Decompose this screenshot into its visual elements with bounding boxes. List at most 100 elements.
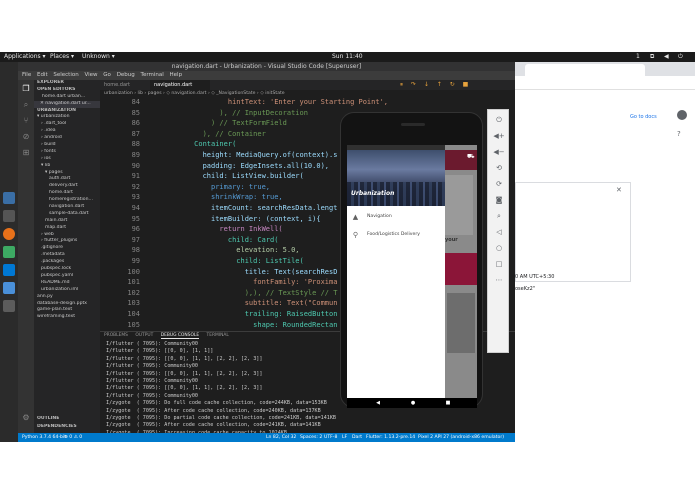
tab-debug-console[interactable]: DEBUG CONSOLE xyxy=(160,333,200,339)
tree-item[interactable]: ann.py xyxy=(34,294,100,301)
menu-terminal[interactable]: Terminal xyxy=(141,72,164,78)
network-icon[interactable]: ⧉ xyxy=(650,52,654,62)
tree-item[interactable]: database-design.pptx xyxy=(34,301,100,308)
tree-item[interactable]: navigation.dart xyxy=(34,204,100,211)
tree-item[interactable]: pubspec.lock xyxy=(34,266,100,273)
tree-item[interactable]: .metadata xyxy=(34,252,100,259)
tree-item[interactable]: › .idea xyxy=(34,128,100,135)
volume-icon[interactable]: ◀ xyxy=(664,52,669,62)
tree-item[interactable]: wireframing.text xyxy=(34,314,100,321)
drawer-item-navigation[interactable]: ▲ Navigation xyxy=(347,209,445,227)
tree-item[interactable]: › ios xyxy=(34,156,100,163)
tab-terminal[interactable]: TERMINAL xyxy=(207,333,229,338)
tree-item[interactable]: › flutter_plugins xyxy=(34,238,100,245)
problems-count[interactable]: ⊗ 0 ⚠ 0 xyxy=(64,433,82,442)
indentation[interactable]: Spaces: 2 xyxy=(300,433,322,442)
search-icon[interactable]: ⌕ xyxy=(21,100,31,110)
open-editor-item[interactable]: ✕ navigation.dart ur... xyxy=(34,100,100,108)
outline-header[interactable]: OUTLINE xyxy=(34,416,59,423)
menu-file[interactable]: File xyxy=(22,72,31,78)
tree-item[interactable]: delivery.dart xyxy=(34,183,100,190)
flutter-version[interactable]: Flutter: 1.13.2-pre.14 xyxy=(366,433,415,442)
tree-item[interactable]: ▾ lib xyxy=(34,163,100,170)
places-menu[interactable]: Places ▾ xyxy=(50,52,74,62)
applications-menu[interactable]: Applications ▾ xyxy=(4,52,46,62)
debug-icon[interactable]: ⊘ xyxy=(21,132,31,142)
drawer-item-delivery[interactable]: ⚲ Food/Logistics Delivery xyxy=(347,227,445,245)
files-icon[interactable]: ❐ xyxy=(21,84,31,94)
extensions-icon[interactable]: ⊞ xyxy=(21,148,31,158)
files-icon[interactable] xyxy=(3,192,15,204)
power-icon[interactable]: ⏻ xyxy=(493,114,505,126)
apps-grid-icon[interactable] xyxy=(3,300,15,312)
tree-item[interactable]: homeregistration... xyxy=(34,197,100,204)
home-icon[interactable]: ● xyxy=(410,400,416,406)
tree-item[interactable]: › .dart_tool xyxy=(34,121,100,128)
tree-item[interactable]: map.dart xyxy=(34,225,100,232)
project-header[interactable]: URBANIZATION xyxy=(34,108,100,115)
power-icon[interactable]: ⏻ xyxy=(678,52,683,62)
close-icon[interactable]: ✕ xyxy=(616,186,622,194)
tree-item[interactable]: auth.dart xyxy=(34,176,100,183)
tab-problems[interactable]: PROBLEMS xyxy=(104,333,128,338)
tab-output[interactable]: OUTPUT xyxy=(135,333,153,338)
vscode-icon[interactable] xyxy=(3,264,15,276)
menu-selection[interactable]: Selection xyxy=(53,72,78,78)
tree-item[interactable]: › fonts xyxy=(34,149,100,156)
scrim-app-content[interactable]: ⛟ your xyxy=(445,145,477,398)
help-icon[interactable]: ? xyxy=(677,130,681,138)
rotate-right-icon[interactable]: ⟳ xyxy=(493,178,505,190)
tab-home-dart[interactable]: home.dart xyxy=(100,80,150,90)
back-icon[interactable]: ◁ xyxy=(493,226,505,238)
tab-navigation-dart[interactable]: navigation.dart xyxy=(150,80,210,90)
tree-item[interactable]: game-plan.text xyxy=(34,307,100,314)
tree-item[interactable]: › build xyxy=(34,142,100,149)
emulator-screen[interactable]: Urbanization ▲ Navigation ⚲ Food/Logisti… xyxy=(347,145,445,398)
clock[interactable]: Sun 11:40 xyxy=(332,52,363,62)
tree-item[interactable]: main.dart xyxy=(34,218,100,225)
tree-item[interactable]: ▾ pages xyxy=(34,170,100,177)
language-mode[interactable]: Dart xyxy=(352,433,362,442)
chromium-icon[interactable] xyxy=(3,282,15,294)
home-icon[interactable]: ○ xyxy=(493,242,505,254)
terminal-icon[interactable] xyxy=(3,210,15,222)
menu-go[interactable]: Go xyxy=(103,72,111,78)
avatar[interactable] xyxy=(677,110,687,120)
tree-item[interactable]: .gitignore xyxy=(34,245,100,252)
device-selector[interactable]: Pixel 2 API 27 (android-x86 emulator) xyxy=(418,433,504,442)
open-editor-item[interactable]: home.dart urban... xyxy=(34,94,100,101)
open-editors-header[interactable]: OPEN EDITORS xyxy=(34,87,100,94)
android-studio-icon[interactable] xyxy=(3,246,15,258)
tree-item[interactable]: › android xyxy=(34,135,100,142)
go-to-docs-link[interactable]: Go to docs xyxy=(630,114,657,120)
camera-icon[interactable]: ◙ xyxy=(493,194,505,206)
overview-icon[interactable]: □ xyxy=(493,258,505,270)
tree-item[interactable]: ▾ urbanization xyxy=(34,114,100,121)
menu-debug[interactable]: Debug xyxy=(117,72,135,78)
recents-icon[interactable]: ■ xyxy=(445,400,451,406)
tree-item[interactable]: urbanization.iml xyxy=(34,287,100,294)
tree-item[interactable]: pubspec.yaml xyxy=(34,273,100,280)
menu-edit[interactable]: Edit xyxy=(37,72,48,78)
settings-icon[interactable]: ⚙ xyxy=(21,413,31,423)
tree-item[interactable]: home.dart xyxy=(34,190,100,197)
encoding[interactable]: UTF-8 xyxy=(324,433,337,442)
menu-help[interactable]: Help xyxy=(170,72,183,78)
volume-down-icon[interactable]: ◀− xyxy=(493,146,505,158)
rotate-left-icon[interactable]: ⟲ xyxy=(493,162,505,174)
tree-item[interactable]: sample-data.dart xyxy=(34,211,100,218)
volume-up-icon[interactable]: ◀+ xyxy=(493,130,505,142)
firefox-icon[interactable] xyxy=(3,228,15,240)
source-control-icon[interactable]: ⑂ xyxy=(21,116,31,126)
browser-tab[interactable] xyxy=(525,64,645,76)
python-version[interactable]: Python 3.7.4 64-bit xyxy=(22,433,66,442)
debug-toolbar[interactable]: ⏸ ↷ ↓ ↑ ↻ ■ xyxy=(400,81,471,89)
keyboard-indicator[interactable]: 1 xyxy=(636,52,640,62)
tree-item[interactable]: › web xyxy=(34,232,100,239)
cursor-position[interactable]: Ln 82, Col 32 xyxy=(266,433,296,442)
line-ending[interactable]: LF xyxy=(342,433,347,442)
unknown-menu[interactable]: Unknown ▾ xyxy=(82,52,115,62)
more-icon[interactable]: ⋯ xyxy=(493,274,505,286)
menu-view[interactable]: View xyxy=(84,72,97,78)
zoom-icon[interactable]: ⌕ xyxy=(493,210,505,222)
